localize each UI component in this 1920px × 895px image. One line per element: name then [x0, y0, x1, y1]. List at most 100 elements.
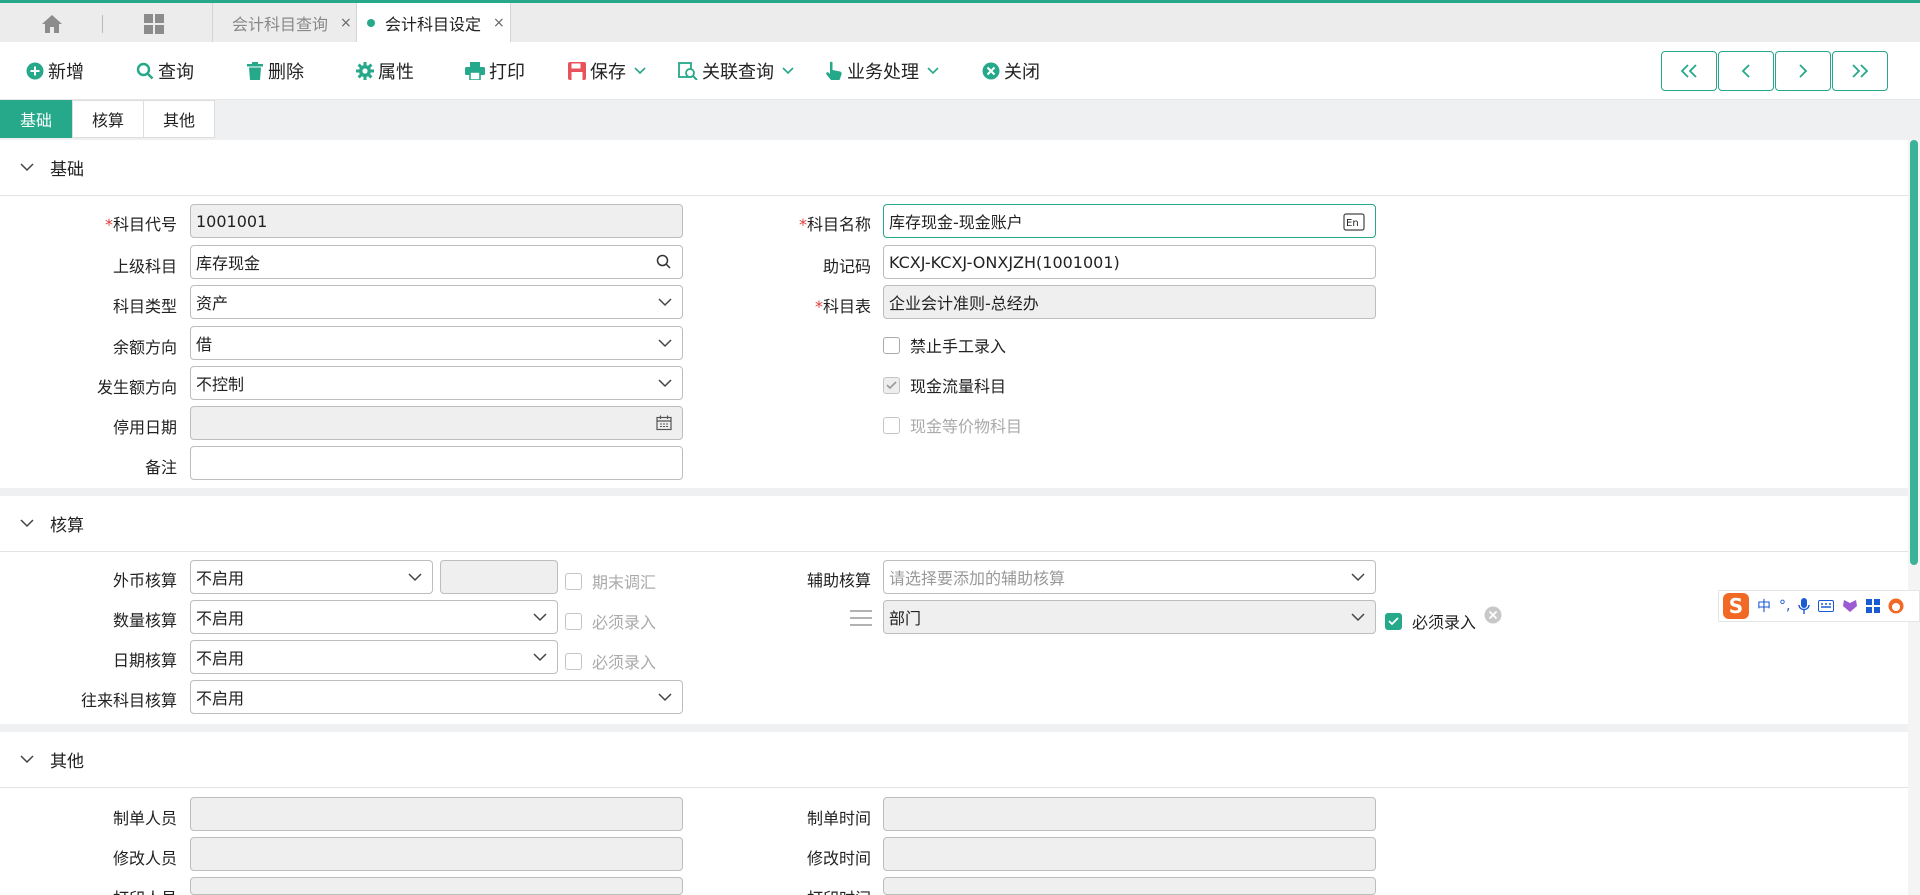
mnemonic-label: 助记码	[822, 257, 871, 276]
home-icon[interactable]	[40, 13, 64, 35]
scrollbar-thumb[interactable]	[1910, 140, 1918, 565]
mnemonic-field[interactable]: KCXJ-KCXJ-ONXJZH(1001001)	[883, 245, 1376, 279]
mascot-icon[interactable]	[1888, 598, 1904, 614]
vertical-scrollbar[interactable]	[1908, 140, 1920, 895]
first-record-button[interactable]	[1661, 51, 1717, 91]
cashflow-checkbox[interactable]: 现金流量科目	[883, 373, 1006, 397]
date-required-checkbox[interactable]: 必须录入	[565, 649, 656, 673]
stop-date-field[interactable]	[190, 406, 683, 440]
aux-item-required-checkbox[interactable]: 必须录入	[1385, 609, 1476, 633]
sogou-logo-icon[interactable]: S	[1723, 593, 1749, 619]
new-button[interactable]: 新增	[26, 42, 84, 100]
section-header-basic[interactable]: 基础	[0, 140, 1908, 196]
remove-circle-icon[interactable]	[1484, 606, 1502, 624]
chevron-down-icon[interactable]	[927, 67, 939, 75]
checkbox-box[interactable]	[1385, 612, 1402, 630]
modifier-field[interactable]	[190, 837, 683, 871]
related-query-button[interactable]: 关联查询	[678, 42, 798, 100]
properties-button[interactable]: 属性	[356, 42, 414, 100]
modify-time-field[interactable]	[883, 837, 1376, 871]
checkbox-box[interactable]	[883, 416, 900, 434]
window-tab-account-query[interactable]: 会计科目查询 ×	[212, 3, 357, 42]
checkbox-box[interactable]	[565, 652, 582, 670]
table-field[interactable]: 企业会计准则-总经办	[883, 285, 1376, 319]
skin-icon[interactable]	[1842, 599, 1858, 613]
checkbox-box[interactable]	[883, 336, 900, 354]
business-process-button[interactable]: 业务处理	[825, 42, 943, 100]
ar-accounting-select[interactable]: 不启用	[190, 680, 683, 714]
hand-pointer-icon	[826, 61, 842, 80]
checkbox-box[interactable]	[883, 376, 900, 394]
close-icon[interactable]: ×	[493, 15, 505, 31]
window-tab-account-setting[interactable]: 会计科目设定 ×	[357, 3, 511, 42]
prev-record-button[interactable]	[1718, 51, 1774, 91]
creator-field[interactable]	[190, 797, 683, 831]
aux-item-department-select[interactable]: 部门	[883, 600, 1376, 634]
foreign-currency-select[interactable]: 不启用	[190, 560, 433, 594]
next-record-button[interactable]	[1775, 51, 1831, 91]
close-icon[interactable]: ×	[340, 15, 352, 31]
content-tabs: 基础 核算 其他	[0, 100, 1920, 140]
search-icon[interactable]	[656, 254, 672, 270]
delete-button[interactable]: 删除	[246, 42, 304, 100]
keyboard-icon[interactable]	[1818, 600, 1835, 612]
occur-select[interactable]: 不控制	[190, 366, 683, 400]
query-label: 查询	[158, 62, 194, 83]
printer-field[interactable]	[190, 877, 683, 895]
chevron-right-icon	[1799, 64, 1808, 78]
close-button[interactable]: 关闭	[982, 42, 1040, 100]
ime-chinese-mode[interactable]: 中	[1757, 596, 1771, 616]
printer-label: 打印人员	[0, 885, 177, 895]
period-end-adjust-checkbox[interactable]: 期末调汇	[565, 569, 656, 593]
date-accounting-select[interactable]: 不启用	[190, 640, 558, 674]
query-button[interactable]: 查询	[136, 42, 194, 100]
delete-label: 删除	[268, 62, 304, 83]
disable-manual-checkbox[interactable]: 禁止手工录入	[883, 333, 1006, 357]
occur-label: 发生额方向	[96, 378, 177, 397]
creator-label: 制单人员	[112, 809, 177, 828]
chevron-down-icon	[658, 693, 672, 702]
aux-accounting-select[interactable]: 请选择要添加的辅助核算	[883, 560, 1376, 594]
last-record-button[interactable]	[1832, 51, 1888, 91]
balance-select[interactable]: 借	[190, 326, 683, 360]
microphone-icon[interactable]	[1798, 598, 1811, 614]
quantity-select[interactable]: 不启用	[190, 600, 558, 634]
section-header-other[interactable]: 其他	[0, 732, 1908, 788]
currency-field[interactable]	[440, 560, 558, 594]
remark-field[interactable]	[190, 446, 683, 480]
chevron-down-icon	[1351, 613, 1365, 622]
parent-label: 上级科目	[112, 257, 177, 276]
name-field[interactable]: 库存现金-现金账户 En	[883, 204, 1376, 238]
print-time-field[interactable]	[883, 877, 1376, 895]
parent-field[interactable]: 库存现金	[190, 245, 683, 279]
code-field[interactable]: 1001001	[190, 204, 683, 238]
checkbox-box[interactable]	[565, 572, 582, 590]
tab-other[interactable]: 其他	[143, 100, 215, 138]
check-icon	[1388, 616, 1399, 625]
checkbox-box[interactable]	[565, 612, 582, 630]
calendar-icon[interactable]	[656, 415, 672, 431]
cash-equivalent-checkbox[interactable]: 现金等价物科目	[883, 413, 1022, 437]
section-header-accounting[interactable]: 核算	[0, 496, 1908, 552]
aux-accounting-label: 辅助核算	[806, 571, 871, 590]
drag-handle-icon[interactable]	[850, 609, 872, 627]
toolbox-grid-icon[interactable]	[1866, 599, 1881, 613]
section-divider	[0, 724, 1908, 732]
section-divider	[0, 488, 1908, 496]
save-button[interactable]: 保存	[568, 42, 650, 100]
tab-basic[interactable]: 基础	[0, 100, 72, 138]
chevron-down-icon	[658, 298, 672, 307]
translate-icon[interactable]: En	[1343, 213, 1365, 231]
business-process-label: 业务处理	[847, 62, 919, 83]
required-mark: *	[798, 215, 807, 234]
tab-accounting[interactable]: 核算	[72, 100, 144, 138]
ime-toolbar[interactable]: S 中 °,	[1718, 590, 1920, 622]
quantity-required-checkbox[interactable]: 必须录入	[565, 609, 656, 633]
create-time-field[interactable]	[883, 797, 1376, 831]
chevron-down-icon[interactable]	[634, 67, 646, 75]
punctuation-icon[interactable]: °,	[1779, 598, 1790, 614]
print-button[interactable]: 打印	[465, 42, 525, 100]
grid-apps-icon[interactable]	[142, 13, 166, 35]
type-select[interactable]: 资产	[190, 285, 683, 319]
chevron-down-icon[interactable]	[782, 67, 794, 75]
